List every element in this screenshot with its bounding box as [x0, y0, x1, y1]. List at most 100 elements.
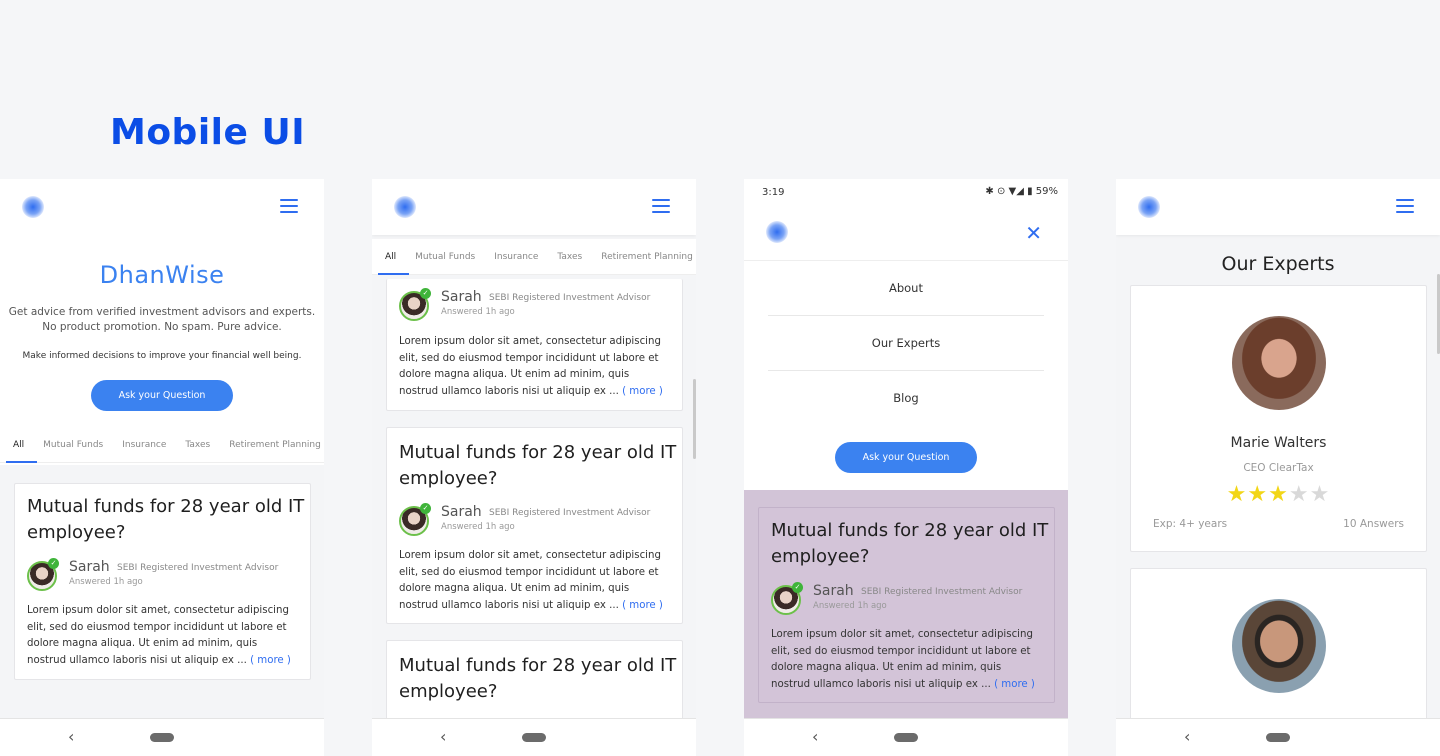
phone-screen-experts: Our Experts Marie Walters CEO ClearTax ★… [1116, 179, 1440, 756]
page-title: Mobile UI [110, 112, 306, 153]
hero-subtitle: Get advice from verified investment advi… [0, 305, 324, 335]
author-name: Sarah [69, 559, 110, 575]
question-card[interactable]: Mutual funds for 28 year old IT employee… [14, 483, 311, 680]
author-role: SEBI Registered Investment Advisor [489, 508, 651, 518]
question-card: Mutual funds for 28 year old IT employee… [758, 507, 1055, 703]
question-title[interactable]: Mutual funds for 28 year old IT employee… [399, 440, 679, 492]
home-icon[interactable] [522, 733, 546, 742]
category-tabs: All Mutual Funds Insurance Taxes Retirem… [0, 427, 324, 463]
expert-card[interactable]: Marie Walters CEO ClearTax ★★★★★ Exp: 4+… [1130, 285, 1427, 552]
verified-check-icon: ✓ [48, 558, 59, 569]
more-link[interactable]: ( more ) [622, 386, 663, 397]
back-icon[interactable]: ‹ [812, 727, 818, 746]
hamburger-icon[interactable] [652, 199, 670, 213]
home-icon[interactable] [894, 733, 918, 742]
answer-card[interactable]: ✓ Sarah SEBI Registered Investment Advis… [386, 279, 683, 411]
author-name: Sarah [441, 289, 482, 305]
question-card[interactable]: Mutual funds for 28 year old IT employee… [386, 427, 683, 624]
verified-check-icon: ✓ [420, 503, 431, 514]
menu-item-our-experts[interactable]: Our Experts [768, 316, 1044, 371]
phone-screen-home: DhanWise Get advice from verified invest… [0, 179, 324, 756]
experts-title: Our Experts [1221, 253, 1335, 275]
menu-header: ✕ [744, 207, 1068, 261]
phone-screen-menu: 3:19 ✱ ⊙ ▼◢ ▮ 59% ✕ About Our Experts Bl… [744, 179, 1068, 756]
rating-stars: ★★★★★ [1131, 482, 1426, 507]
star-icon: ★ [1288, 482, 1310, 507]
author-role: SEBI Registered Investment Advisor [489, 293, 651, 303]
more-link[interactable]: ( more ) [250, 655, 291, 666]
menu-backdrop[interactable]: Mutual funds for 28 year old IT employee… [744, 490, 1068, 718]
close-icon[interactable]: ✕ [1025, 221, 1042, 245]
expert-photo [1231, 316, 1326, 410]
question-title: Mutual funds for 28 year old IT employee… [771, 520, 1049, 567]
tab-taxes[interactable]: Taxes [184, 427, 211, 462]
status-time: 3:19 [762, 187, 785, 198]
answered-time: Answered 1h ago [813, 601, 887, 611]
expert-photo [1231, 599, 1326, 693]
system-nav-bar: ‹ [744, 718, 1068, 756]
system-nav-bar: ‹ [1116, 718, 1440, 756]
tab-retirement-planning[interactable]: Retirement Planning [228, 427, 322, 462]
logo-icon[interactable] [1138, 196, 1160, 218]
home-icon[interactable] [150, 733, 174, 742]
phone-screen-feed: All Mutual Funds Insurance Taxes Retirem… [372, 179, 696, 756]
system-nav-bar: ‹ [0, 718, 324, 756]
logo-icon[interactable] [766, 221, 788, 243]
answer-text: Lorem ipsum dolor sit amet, consectetur … [771, 627, 1041, 693]
answer-text: Lorem ipsum dolor sit amet, consectetur … [399, 334, 669, 400]
author-role: SEBI Registered Investment Advisor [861, 587, 1023, 597]
author-name: Sarah [813, 583, 854, 599]
nav-menu: About Our Experts Blog Ask your Question [744, 261, 1068, 490]
more-link[interactable]: ( more ) [622, 600, 663, 611]
logo-icon[interactable] [22, 196, 44, 218]
question-title[interactable]: Mutual funds for 28 year old IT employee… [399, 653, 679, 705]
expert-role: CEO ClearTax [1243, 462, 1314, 474]
ask-question-button[interactable]: Ask your Question [835, 442, 977, 473]
expert-name: Marie Walters [1230, 435, 1327, 451]
verified-check-icon: ✓ [792, 582, 803, 593]
ask-question-button[interactable]: Ask your Question [91, 380, 233, 411]
expert-answers: 10 Answers [1343, 518, 1404, 530]
star-icon: ★ [1268, 482, 1289, 507]
author-role: SEBI Registered Investment Advisor [117, 563, 279, 573]
answered-time: Answered 1h ago [69, 577, 143, 587]
tab-mutual-funds[interactable]: Mutual Funds [42, 427, 104, 462]
status-icons: ✱ ⊙ ▼◢ ▮ 59% [985, 186, 1058, 197]
hero-subtitle-line1: Get advice from verified investment advi… [8, 306, 316, 318]
verified-check-icon: ✓ [420, 288, 431, 299]
star-icon: ★ [1247, 482, 1269, 507]
back-icon[interactable]: ‹ [440, 727, 446, 746]
hamburger-icon[interactable] [1396, 199, 1414, 213]
hamburger-icon[interactable] [280, 199, 298, 213]
answered-time: Answered 1h ago [441, 307, 515, 317]
hero-subtitle-line2: No product promotion. No spam. Pure advi… [42, 321, 282, 333]
logo-icon[interactable] [394, 196, 416, 218]
tab-all[interactable]: All [5, 427, 38, 463]
tab-taxes[interactable]: Taxes [556, 239, 583, 274]
app-bar [372, 179, 696, 235]
tab-insurance[interactable]: Insurance [493, 239, 539, 274]
expert-experience: Exp: 4+ years [1153, 518, 1228, 530]
author-name: Sarah [441, 504, 482, 520]
answered-time: Answered 1h ago [441, 522, 515, 532]
category-tabs: All Mutual Funds Insurance Taxes Retirem… [372, 239, 696, 275]
app-bar [1116, 179, 1440, 235]
home-icon[interactable] [1266, 733, 1290, 742]
answer-text: Lorem ipsum dolor sit amet, consectetur … [27, 603, 297, 669]
back-icon[interactable]: ‹ [68, 727, 74, 746]
system-nav-bar: ‹ [372, 718, 696, 756]
scrollbar[interactable] [693, 379, 696, 459]
status-bar: 3:19 ✱ ⊙ ▼◢ ▮ 59% [744, 179, 1068, 207]
tab-all[interactable]: All [377, 239, 410, 275]
star-icon: ★ [1309, 482, 1331, 507]
menu-item-blog[interactable]: Blog [768, 371, 1044, 426]
tab-insurance[interactable]: Insurance [121, 427, 167, 462]
question-title[interactable]: Mutual funds for 28 year old IT employee… [27, 494, 307, 546]
more-link: ( more ) [994, 678, 1035, 690]
star-icon: ★ [1226, 482, 1248, 507]
answer-text: Lorem ipsum dolor sit amet, consectetur … [399, 548, 669, 614]
tab-retirement-planning[interactable]: Retirement Planning [600, 239, 694, 274]
tab-mutual-funds[interactable]: Mutual Funds [414, 239, 476, 274]
menu-item-about[interactable]: About [768, 261, 1044, 316]
back-icon[interactable]: ‹ [1184, 727, 1190, 746]
